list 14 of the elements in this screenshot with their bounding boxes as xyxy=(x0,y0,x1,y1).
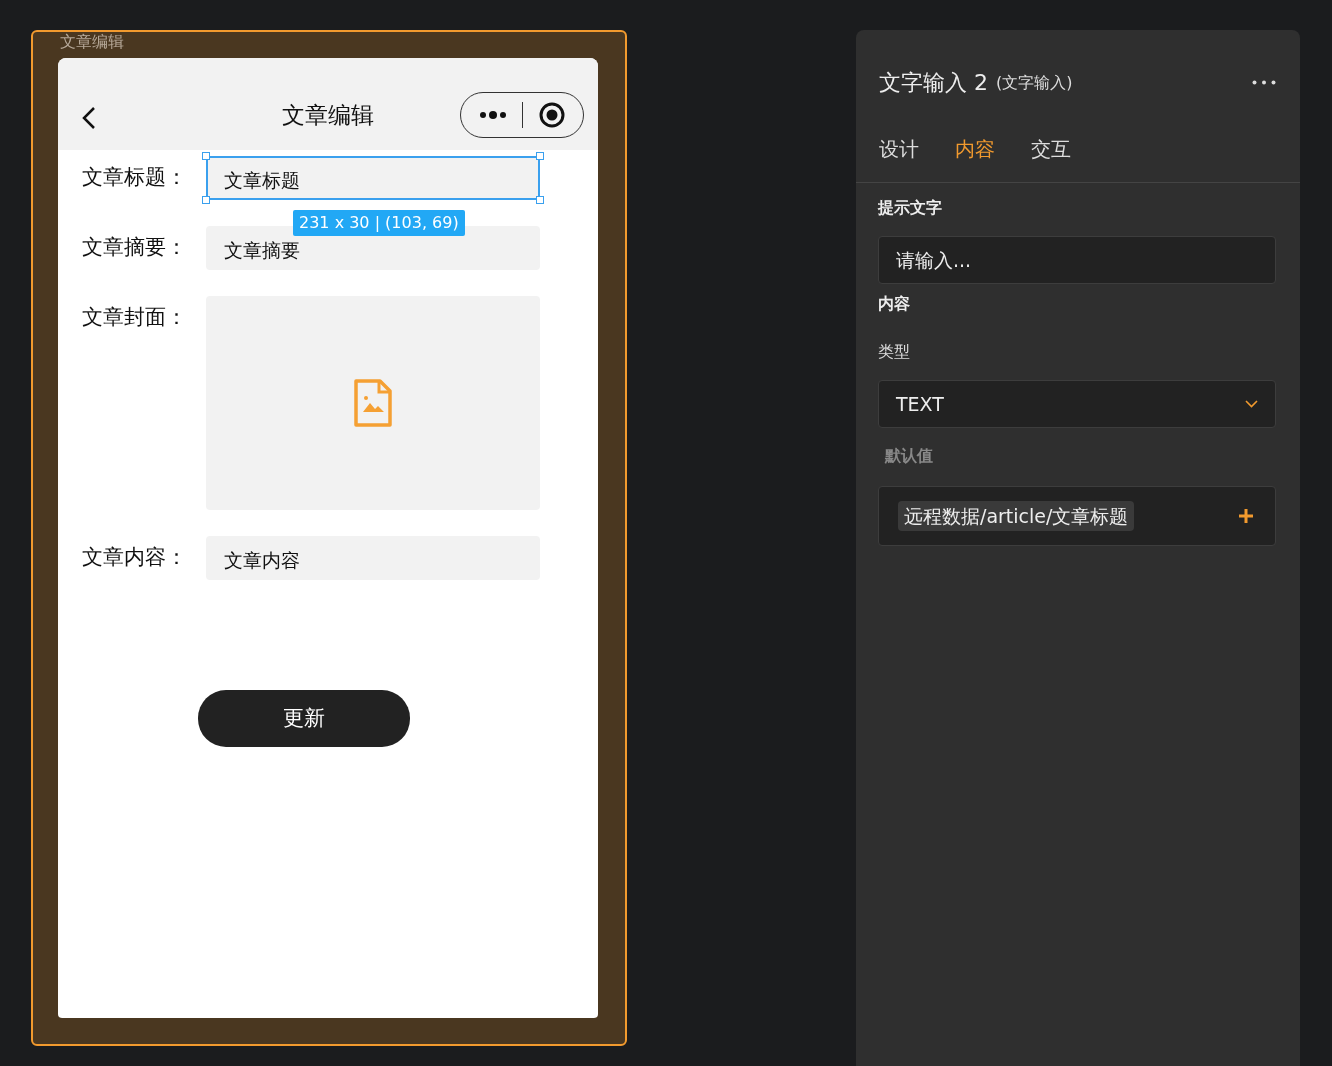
frame-label: 文章编辑 xyxy=(60,32,124,51)
page-title: 文章编辑 xyxy=(282,101,374,128)
field-label: 文章摘要： xyxy=(82,234,188,261)
section-heading: 提示文字 xyxy=(878,198,942,217)
field-label: 文章标题： xyxy=(82,164,188,191)
field-label: 文章内容： xyxy=(82,544,188,571)
type-label: 类型 xyxy=(878,342,910,361)
data-binding-tag: 远程数据/article/文章标题 xyxy=(898,500,1135,532)
default-value-label: 默认值 xyxy=(883,446,933,465)
field-label: 文章封面： xyxy=(82,304,188,331)
section-heading: 内容 xyxy=(878,294,910,313)
component-title: 文字输入 2 xyxy=(879,69,988,97)
component-type: (文字输入) xyxy=(996,71,1073,94)
size-tooltip: 231 x 30 | (103, 69) xyxy=(293,210,465,236)
